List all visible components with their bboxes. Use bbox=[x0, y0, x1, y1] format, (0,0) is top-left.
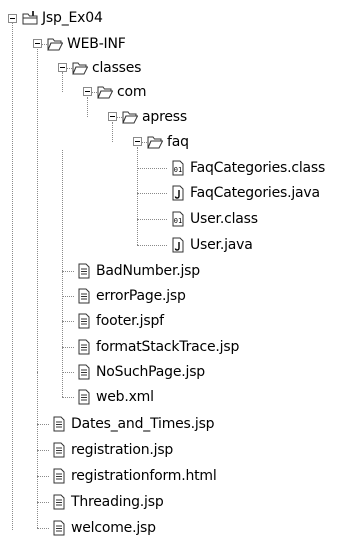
tree-connector bbox=[37, 502, 49, 503]
tree-guide-com bbox=[87, 97, 88, 117]
text-file-icon bbox=[51, 416, 67, 432]
tree-node-file[interactable]: footer.jspf bbox=[76, 311, 164, 331]
tree-node-label: registrationform.html bbox=[71, 468, 217, 484]
collapse-toggle-classes[interactable] bbox=[58, 63, 67, 72]
tree-node-file[interactable]: Threading.jsp bbox=[51, 492, 164, 512]
text-file-icon bbox=[51, 442, 67, 458]
project-tree: Jsp_Ex04 WEB-INF classes com apress faq bbox=[0, 0, 350, 539]
tree-node-label: User.class bbox=[190, 211, 258, 227]
tree-connector bbox=[37, 528, 49, 529]
tree-guide-root bbox=[12, 22, 13, 530]
tree-connector bbox=[137, 219, 167, 220]
tree-connector bbox=[62, 372, 74, 373]
tree-connector bbox=[62, 271, 74, 272]
tree-connector bbox=[137, 193, 167, 194]
tree-node-label: NoSuchPage.jsp bbox=[96, 364, 205, 380]
text-file-icon bbox=[76, 389, 92, 405]
text-file-icon bbox=[76, 364, 92, 380]
tree-node-label: faq bbox=[167, 134, 189, 150]
text-file-icon bbox=[51, 520, 67, 536]
tree-node-webinf[interactable]: WEB-INF bbox=[47, 34, 126, 54]
tree-node-label: formatStackTrace.jsp bbox=[96, 339, 240, 355]
tree-node-label: footer.jspf bbox=[96, 313, 164, 329]
collapse-toggle-com[interactable] bbox=[83, 87, 92, 96]
tree-node-label: welcome.jsp bbox=[71, 520, 156, 536]
tree-connector bbox=[62, 347, 74, 348]
tree-node-label: registration.jsp bbox=[71, 442, 174, 458]
tree-node-file[interactable]: errorPage.jsp bbox=[76, 286, 186, 306]
tree-guide-faq bbox=[137, 147, 138, 245]
tree-connector bbox=[37, 424, 49, 425]
collapse-toggle-faq[interactable] bbox=[133, 137, 142, 146]
tree-node-file[interactable]: Dates_and_Times.jsp bbox=[51, 414, 215, 434]
tree-node-com[interactable]: com bbox=[97, 82, 147, 102]
tree-node-label: com bbox=[117, 84, 147, 100]
tree-node-file[interactable]: User.java bbox=[170, 235, 253, 255]
tree-node-label: apress bbox=[142, 109, 187, 125]
tree-guide-root-files bbox=[37, 372, 38, 528]
tree-node-label: Dates_and_Times.jsp bbox=[71, 416, 215, 432]
text-file-icon bbox=[51, 468, 67, 484]
tree-node-classes[interactable]: classes bbox=[72, 58, 141, 78]
tree-node-label: FaqCategories.java bbox=[190, 185, 320, 201]
tree-node-file[interactable]: 01 User.class bbox=[170, 209, 258, 229]
open-folder-icon bbox=[147, 134, 163, 150]
tree-node-root[interactable]: Jsp_Ex04 bbox=[22, 8, 103, 28]
tree-connector bbox=[62, 296, 74, 297]
tree-node-file[interactable]: BadNumber.jsp bbox=[76, 261, 200, 281]
class-file-icon: 01 bbox=[170, 160, 186, 176]
collapse-toggle-webinf[interactable] bbox=[33, 39, 42, 48]
open-folder-icon bbox=[47, 36, 63, 52]
tree-guide-webinf-files bbox=[62, 150, 63, 397]
tree-node-file[interactable]: welcome.jsp bbox=[51, 518, 156, 538]
tree-node-file[interactable]: registrationform.html bbox=[51, 466, 217, 486]
class-file-icon: 01 bbox=[170, 211, 186, 227]
java-file-icon bbox=[170, 185, 186, 201]
open-folder-icon bbox=[72, 60, 88, 76]
tree-node-label: BadNumber.jsp bbox=[96, 263, 200, 279]
tree-connector bbox=[62, 397, 74, 398]
collapse-toggle-apress[interactable] bbox=[108, 112, 117, 121]
open-folder-icon bbox=[97, 84, 113, 100]
tree-connector bbox=[62, 321, 74, 322]
java-file-icon bbox=[170, 237, 186, 253]
text-file-icon bbox=[76, 339, 92, 355]
tree-node-file[interactable]: 01 FaqCategories.class bbox=[170, 158, 325, 178]
tree-node-label: FaqCategories.class bbox=[190, 160, 326, 176]
tree-node-file[interactable]: NoSuchPage.jsp bbox=[76, 362, 205, 382]
tree-node-label: web.xml bbox=[96, 389, 154, 405]
tree-node-file[interactable]: formatStackTrace.jsp bbox=[76, 337, 239, 357]
tree-node-label: User.java bbox=[190, 237, 253, 253]
tree-connector bbox=[37, 450, 49, 451]
tree-node-file[interactable]: FaqCategories.java bbox=[170, 183, 320, 203]
tree-node-label: Jsp_Ex04 bbox=[42, 10, 103, 26]
tree-connector bbox=[37, 476, 49, 477]
tree-guide-classes bbox=[62, 72, 63, 92]
text-file-icon bbox=[76, 313, 92, 329]
tree-connector bbox=[137, 168, 167, 169]
open-folder-icon bbox=[122, 109, 138, 125]
tree-node-label: WEB-INF bbox=[67, 36, 126, 52]
tree-node-label: classes bbox=[92, 60, 142, 76]
tree-node-file[interactable]: web.xml bbox=[76, 387, 154, 407]
text-file-icon bbox=[76, 288, 92, 304]
tree-connector bbox=[137, 245, 167, 246]
tree-node-apress[interactable]: apress bbox=[122, 107, 187, 127]
tree-guide-apress bbox=[112, 122, 113, 142]
project-folder-icon bbox=[22, 10, 38, 26]
collapse-toggle-root[interactable] bbox=[8, 14, 17, 23]
tree-node-label: Threading.jsp bbox=[71, 494, 164, 510]
tree-node-file[interactable]: registration.jsp bbox=[51, 440, 173, 460]
text-file-icon bbox=[76, 263, 92, 279]
tree-node-faq[interactable]: faq bbox=[147, 132, 189, 152]
text-file-icon bbox=[51, 494, 67, 510]
svg-text:01: 01 bbox=[174, 217, 182, 225]
svg-text:01: 01 bbox=[174, 166, 182, 174]
tree-node-label: errorPage.jsp bbox=[96, 288, 186, 304]
tree-guide-webinf bbox=[37, 47, 38, 372]
